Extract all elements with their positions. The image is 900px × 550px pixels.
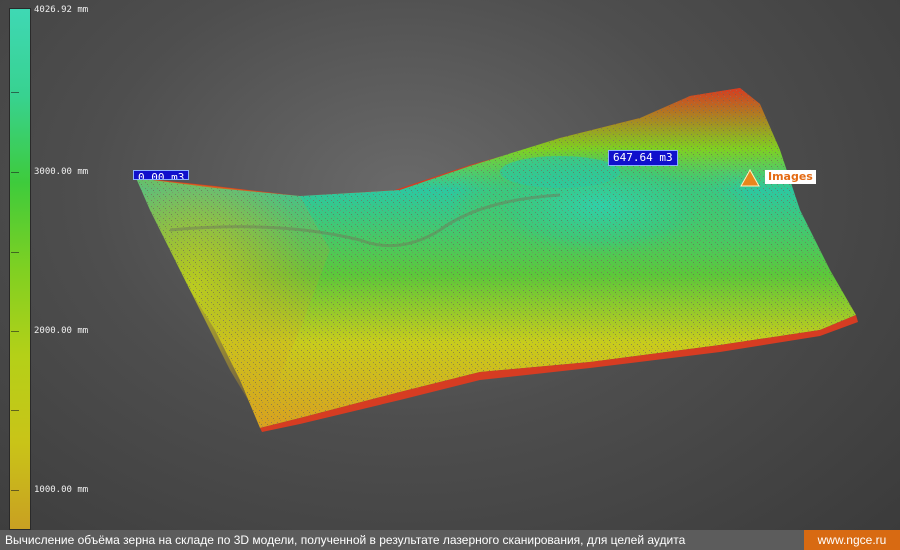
footer-caption: Вычисление объёма зерна на складе по 3D … (5, 533, 686, 547)
scale-label-3000: 3000.00 mm (34, 167, 89, 177)
scale-label-2000: 2000.00 mm (34, 326, 89, 336)
warning-triangle-icon[interactable] (740, 169, 760, 187)
elevation-color-scale (9, 8, 31, 530)
volume-tag-mound[interactable]: 647.64 m3 (608, 150, 678, 166)
scale-tick (11, 92, 19, 93)
scale-tick (11, 490, 19, 491)
scale-tick (11, 331, 19, 332)
scale-tick (11, 252, 19, 253)
footer-bar: Вычисление объёма зерна на складе по 3D … (0, 530, 900, 550)
scale-label-max: 4026.92 mm (34, 5, 89, 15)
point-cloud-surface (136, 88, 858, 432)
site-link[interactable]: www.ngce.ru (804, 530, 900, 550)
scale-tick (11, 172, 19, 173)
volume-tag-left[interactable]: 0.00 m3 (133, 170, 190, 180)
images-link[interactable]: Images (765, 170, 816, 184)
3d-viewport[interactable]: 4026.92 mm 3000.00 mm 2000.00 mm 1000.00… (0, 0, 900, 530)
scale-tick (11, 410, 19, 411)
scale-label-1000: 1000.00 mm (34, 485, 89, 495)
